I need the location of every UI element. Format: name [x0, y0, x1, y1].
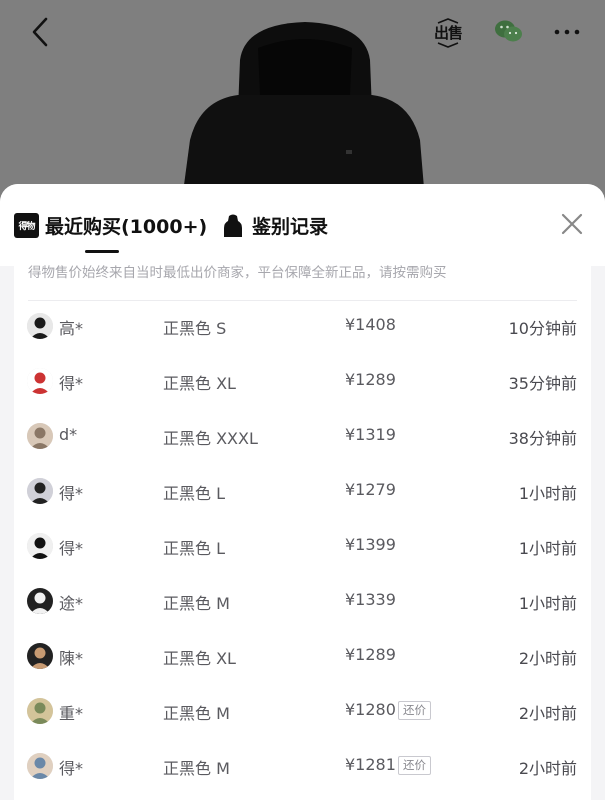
- item-price: ¥1279: [345, 480, 396, 499]
- record-row: 陳* 正黑色 XL ¥1289 2小时前: [14, 631, 591, 686]
- records-card: 得物售价始终来自当时最低出价商家，平台保障全新正品，请按需购买 高* 正黑色 S ¥…: [14, 254, 591, 800]
- purchase-time: 35分钟前: [508, 374, 577, 393]
- buyer-name: 高*: [59, 319, 84, 338]
- tab-authentication-records[interactable]: 鉴别记录: [222, 210, 328, 240]
- close-button[interactable]: [558, 210, 586, 238]
- item-price: ¥1339: [345, 590, 396, 609]
- product-image-area: 出售: [0, 0, 605, 200]
- item-price: ¥1289: [345, 645, 396, 664]
- purchase-time: 10分钟前: [508, 319, 577, 338]
- buyer-name: 得*: [59, 484, 84, 503]
- buyer-name: 得*: [59, 539, 84, 558]
- chevron-left-icon: [32, 17, 48, 47]
- tab-recent-label: 最近购买(1000+): [45, 215, 208, 238]
- item-size: 正黑色 S: [163, 319, 227, 338]
- wechat-icon: [495, 20, 522, 42]
- jacket-icon: [224, 214, 242, 237]
- purchase-time: 2小时前: [518, 649, 577, 668]
- close-icon: [561, 213, 583, 235]
- avatar: [27, 753, 53, 779]
- item-price: ¥1408: [345, 315, 396, 334]
- item-price: ¥1319: [345, 425, 396, 444]
- record-row: 途* 正黑色 M ¥1339 1小时前: [14, 576, 591, 631]
- buyer-name: 得*: [59, 759, 84, 778]
- dewu-logo-icon: 得物: [14, 212, 39, 238]
- wechat-share-button[interactable]: [492, 16, 526, 48]
- item-size: 正黑色 M: [163, 759, 230, 778]
- avatar: [27, 643, 53, 669]
- buyer-name: 重*: [59, 704, 84, 723]
- sell-button[interactable]: 出售: [430, 14, 466, 52]
- record-row: 重* 正黑色 M ¥1280 2小时前 还价: [14, 686, 591, 741]
- purchase-time: 38分钟前: [508, 429, 577, 448]
- purchase-time: 2小时前: [518, 759, 577, 778]
- price-notice: 得物售价始终来自当时最低出价商家，平台保障全新正品，请按需购买: [28, 265, 447, 281]
- record-row: 得* 正黑色 XL ¥1289 35分钟前: [14, 356, 591, 411]
- item-size: 正黑色 L: [163, 484, 226, 503]
- buyer-name: 陳*: [59, 649, 84, 668]
- record-row: d* 正黑色 XXXL ¥1319 38分钟前: [14, 411, 591, 466]
- record-row: 高* 正黑色 S ¥1408 10分钟前: [14, 301, 591, 356]
- more-button[interactable]: [552, 20, 582, 44]
- item-price: ¥1281: [345, 755, 396, 774]
- back-button[interactable]: [22, 14, 58, 50]
- item-size: 正黑色 XL: [163, 374, 236, 393]
- avatar: [27, 478, 53, 504]
- active-tab-indicator: [85, 250, 119, 253]
- avatar: [27, 368, 53, 394]
- record-row: 得* 正黑色 L ¥1279 1小时前: [14, 466, 591, 521]
- buyer-name: d*: [59, 425, 78, 444]
- item-size: 正黑色 L: [163, 539, 226, 558]
- avatar: [27, 423, 53, 449]
- buyer-name: 得*: [59, 374, 84, 393]
- item-price: ¥1280: [345, 700, 396, 719]
- purchase-time: 1小时前: [518, 539, 577, 558]
- buyer-name: 途*: [59, 594, 84, 613]
- tab-recent-purchases[interactable]: 得物 最近购买(1000+): [14, 210, 207, 240]
- purchase-time: 2小时前: [518, 704, 577, 723]
- more-icon: [554, 29, 580, 35]
- avatar: [27, 533, 53, 559]
- purchase-records-sheet: 得物 最近购买(1000+) 鉴别记录 得物售价始终来自当时最低出价商家，平台保…: [0, 184, 605, 800]
- record-row: 得* 正黑色 L ¥1399 1小时前: [14, 521, 591, 576]
- purchase-time: 1小时前: [518, 484, 577, 503]
- bargain-badge: 还价: [398, 701, 431, 720]
- bargain-badge: 还价: [398, 756, 431, 775]
- avatar: [27, 698, 53, 724]
- sell-arrows-bottom-icon: [437, 42, 459, 48]
- avatar: [27, 313, 53, 339]
- record-row: 得* 正黑色 M ¥1281 2小时前 还价: [14, 741, 591, 796]
- item-size: 正黑色 XL: [163, 649, 236, 668]
- item-size: 正黑色 M: [163, 594, 230, 613]
- item-price: ¥1399: [345, 535, 396, 554]
- item-price: ¥1289: [345, 370, 396, 389]
- tab-auth-label: 鉴别记录: [252, 215, 329, 238]
- purchase-time: 1小时前: [518, 594, 577, 613]
- item-size: 正黑色 XXXL: [163, 429, 258, 448]
- sell-label: 出售: [433, 24, 463, 42]
- item-size: 正黑色 M: [163, 704, 230, 723]
- avatar: [27, 588, 53, 614]
